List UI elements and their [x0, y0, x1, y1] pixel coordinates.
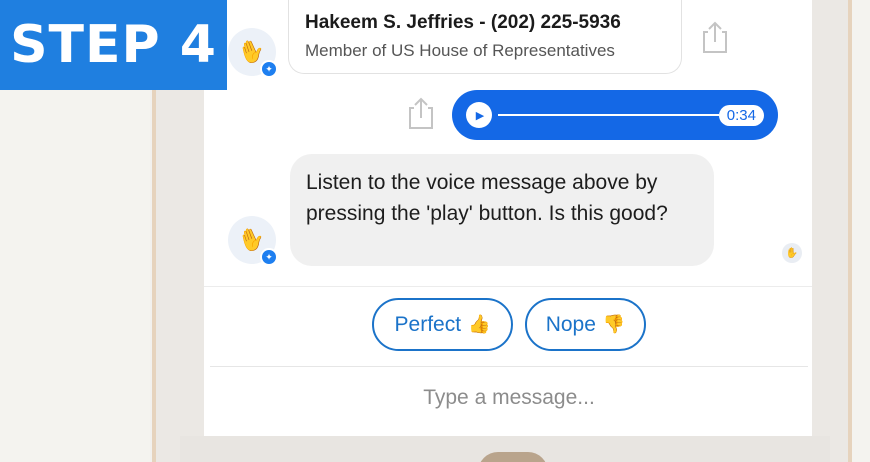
quick-reply-label: Perfect — [394, 312, 462, 336]
quick-reply-label: Nope — [545, 312, 596, 336]
home-button-hint — [478, 452, 548, 462]
voice-progress-track[interactable] — [498, 114, 719, 116]
play-button[interactable]: ▶ — [466, 102, 492, 128]
read-receipt-avatar: ✋ — [782, 243, 802, 263]
composer-divider — [210, 366, 808, 367]
quick-reply-nope[interactable]: Nope 👎 — [525, 298, 646, 351]
contact-card[interactable]: Hakeem S. Jeffries - (202) 225-5936 Memb… — [288, 0, 682, 74]
play-icon: ▶ — [475, 109, 485, 122]
step-badge: STEP 4 — [0, 0, 227, 90]
share-icon[interactable] — [406, 96, 436, 130]
quick-reply-perfect[interactable]: Perfect 👍 — [372, 298, 513, 351]
voice-message[interactable]: ▶ 0:34 — [452, 90, 778, 140]
messenger-icon: ✦ — [260, 60, 278, 78]
divider — [204, 286, 812, 287]
contact-name: Hakeem S. Jeffries - (202) 225-5936 — [305, 12, 621, 33]
bot-message-bubble: Listen to the voice message above by pre… — [290, 154, 714, 266]
message-input[interactable]: Type a message... — [210, 372, 808, 424]
bot-avatar[interactable]: ✋ ✦ — [228, 28, 278, 78]
thumbs-down-icon: 👎 — [602, 314, 626, 334]
share-icon[interactable] — [700, 20, 730, 54]
bot-avatar[interactable]: ✋ ✦ — [228, 216, 278, 266]
contact-role: Member of US House of Representatives — [305, 41, 615, 60]
background-right — [850, 0, 870, 462]
messenger-icon: ✦ — [260, 248, 278, 266]
thumbs-up-icon: 👍 — [468, 314, 491, 334]
voice-duration: 0:34 — [718, 104, 764, 126]
